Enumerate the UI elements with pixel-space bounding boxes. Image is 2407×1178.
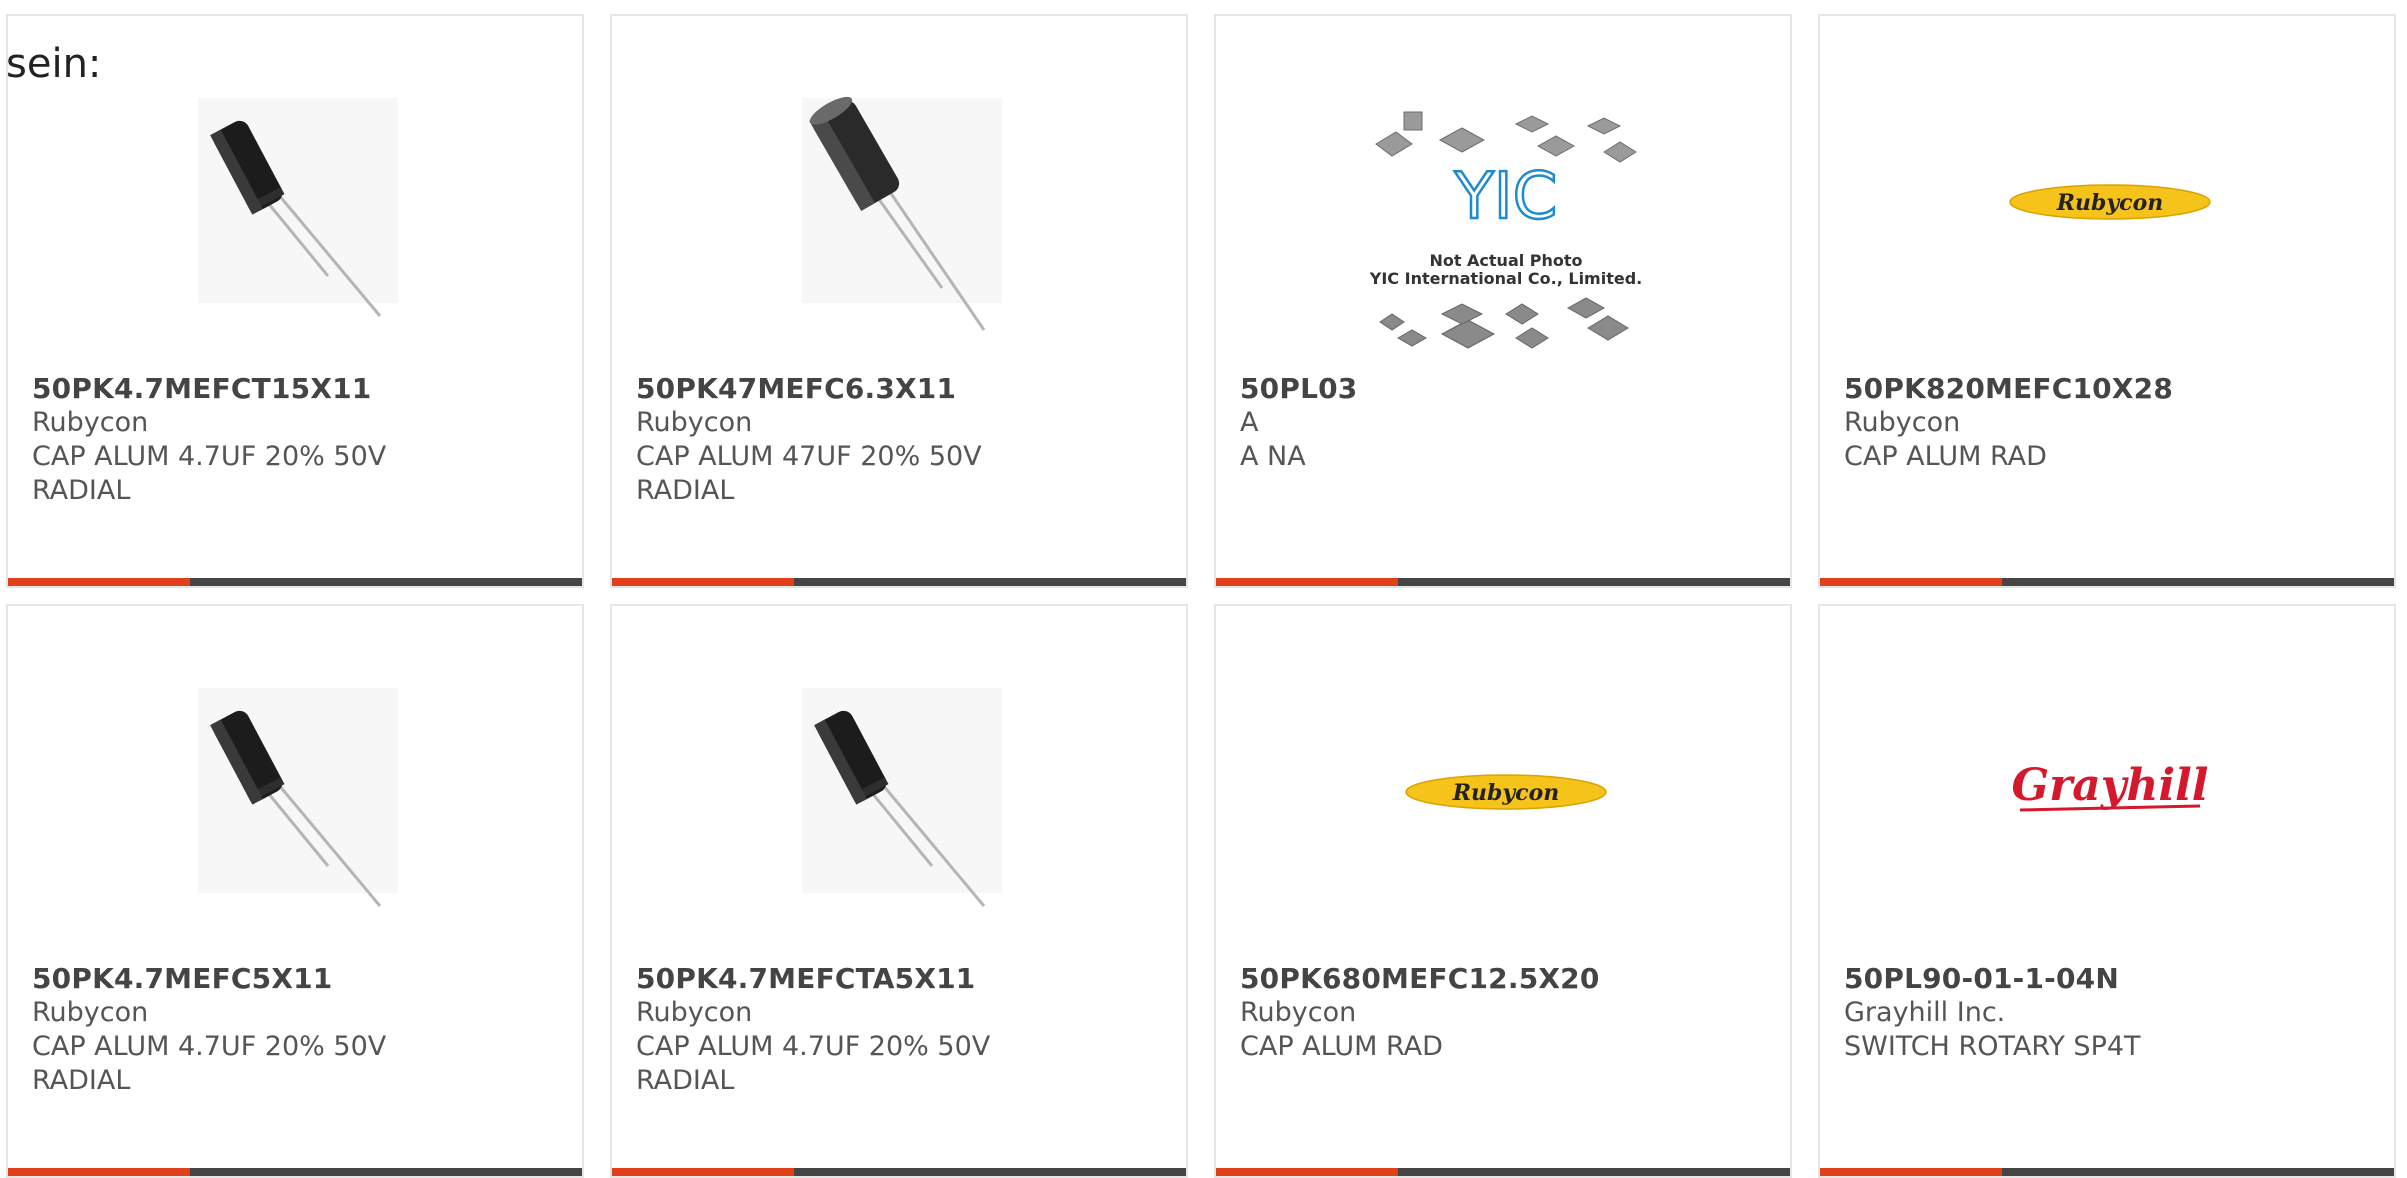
product-image[interactable] [8,76,582,366]
product-image[interactable]: Grayhill [1820,666,2394,956]
product-info: 50PL90-01-1-04N Grayhill Inc. SWITCH ROT… [1844,962,2374,1064]
intro-text: sein: [6,41,102,87]
description: RADIAL [32,475,131,506]
product-card[interactable]: 50PK47MEFC6.3X11 Rubycon CAP ALUM 47UF 2… [610,14,1188,588]
part-number[interactable]: 50PK680MEFC12.5X20 [1240,962,1770,996]
product-image[interactable]: Rubycon [1216,666,1790,956]
product-image[interactable] [612,76,1186,366]
description: RADIAL [32,1065,131,1096]
manufacturer: Rubycon [32,407,149,438]
accent-bar [1820,1168,2002,1176]
product-card[interactable]: YIC Not Actual Photo YIC International C… [1214,14,1792,588]
accent-bar [8,1168,190,1176]
product-card[interactable]: Rubycon 50PK680MEFC12.5X20 Rubycon CAP A… [1214,604,1792,1178]
card-footer-bar [612,1168,1186,1176]
product-image[interactable] [8,666,582,956]
product-info: 50PK4.7MEFCT15X11 Rubycon CAP ALUM 4.7UF… [32,372,562,508]
description: CAP ALUM 4.7UF 20% 50V [32,1031,387,1062]
accent-bar [8,578,190,586]
part-number[interactable]: 50PK4.7MEFCTA5X11 [636,962,1166,996]
accent-bar [1216,578,1398,586]
product-image[interactable]: Rubycon [1820,76,2394,366]
product-card[interactable]: Grayhill 50PL90-01-1-04N Grayhill Inc. S… [1818,604,2396,1178]
description: CAP ALUM 4.7UF 20% 50V [32,441,387,472]
product-info: 50PL03 A A NA [1240,372,1770,474]
description: CAP ALUM 47UF 20% 50V [636,441,982,472]
rubycon-logo: Rubycon [1452,780,1560,806]
rubycon-logo-icon: Rubycon [2009,184,2211,220]
product-info: 50PK4.7MEFC5X11 Rubycon CAP ALUM 4.7UF 2… [32,962,562,1098]
part-number[interactable]: 50PK4.7MEFC5X11 [32,962,562,996]
description: RADIAL [636,475,735,506]
accent-bar [612,578,794,586]
accent-bar [612,1168,794,1176]
product-info: 50PK4.7MEFCTA5X11 Rubycon CAP ALUM 4.7UF… [636,962,1166,1098]
card-footer-bar [1216,578,1790,586]
product-info: 50PK680MEFC12.5X20 Rubycon CAP ALUM RAD [1240,962,1770,1064]
card-footer-bar [612,578,1186,586]
product-card[interactable]: 50PK4.7MEFCT15X11 Rubycon CAP ALUM 4.7UF… [6,14,584,588]
card-footer-bar [1820,578,2394,586]
part-number[interactable]: 50PL90-01-1-04N [1844,962,2374,996]
product-card[interactable]: Rubycon 50PK820MEFC10X28 Rubycon CAP ALU… [1818,14,2396,588]
card-footer-bar [1820,1168,2394,1176]
accent-bar [1820,578,2002,586]
part-number[interactable]: 50PK47MEFC6.3X11 [636,372,1166,406]
product-info: 50PK820MEFC10X28 Rubycon CAP ALUM RAD [1844,372,2374,474]
part-number[interactable]: 50PK820MEFC10X28 [1844,372,2374,406]
product-image[interactable] [612,666,1186,956]
manufacturer: Rubycon [1240,997,1357,1028]
rubycon-logo: Rubycon [2056,190,2164,216]
manufacturer: A [1240,407,1259,438]
card-footer-bar [8,578,582,586]
product-card[interactable]: 50PK4.7MEFC5X11 Rubycon CAP ALUM 4.7UF 2… [6,604,584,1178]
rubycon-logo-icon: Rubycon [1405,774,1607,810]
description: RADIAL [636,1065,735,1096]
placeholder-caption: Not Actual Photo [1429,251,1582,270]
capacitor-photo-icon [198,688,398,907]
grayhill-logo-icon: Grayhill [2012,760,2209,812]
capacitor-photo-icon [802,688,1002,907]
manufacturer: Grayhill Inc. [1844,997,2006,1028]
capacitor-photo-icon [198,98,398,317]
manufacturer: Rubycon [636,997,753,1028]
description: SWITCH ROTARY SP4T [1844,1031,2141,1062]
placeholder-caption: YIC International Co., Limited. [1369,269,1642,288]
description: A NA [1240,441,1306,472]
grayhill-logo: Grayhill [2012,760,2209,811]
card-footer-bar [1216,1168,1790,1176]
part-number[interactable]: 50PK4.7MEFCT15X11 [32,372,562,406]
manufacturer: Rubycon [636,407,753,438]
product-image[interactable]: YIC Not Actual Photo YIC International C… [1216,76,1790,366]
product-card[interactable]: 50PK4.7MEFCTA5X11 Rubycon CAP ALUM 4.7UF… [610,604,1188,1178]
description: CAP ALUM RAD [1240,1031,1443,1062]
description: CAP ALUM 4.7UF 20% 50V [636,1031,991,1062]
yic-logo: YIC [1454,160,1558,234]
accent-bar [1216,1168,1398,1176]
part-number[interactable]: 50PL03 [1240,372,1770,406]
manufacturer: Rubycon [1844,407,1961,438]
description: CAP ALUM RAD [1844,441,2047,472]
product-info: 50PK47MEFC6.3X11 Rubycon CAP ALUM 47UF 2… [636,372,1166,508]
manufacturer: Rubycon [32,997,149,1028]
not-actual-photo-icon: YIC Not Actual Photo YIC International C… [1369,111,1642,349]
capacitor-photo-icon [802,96,1002,331]
card-footer-bar [8,1168,582,1176]
